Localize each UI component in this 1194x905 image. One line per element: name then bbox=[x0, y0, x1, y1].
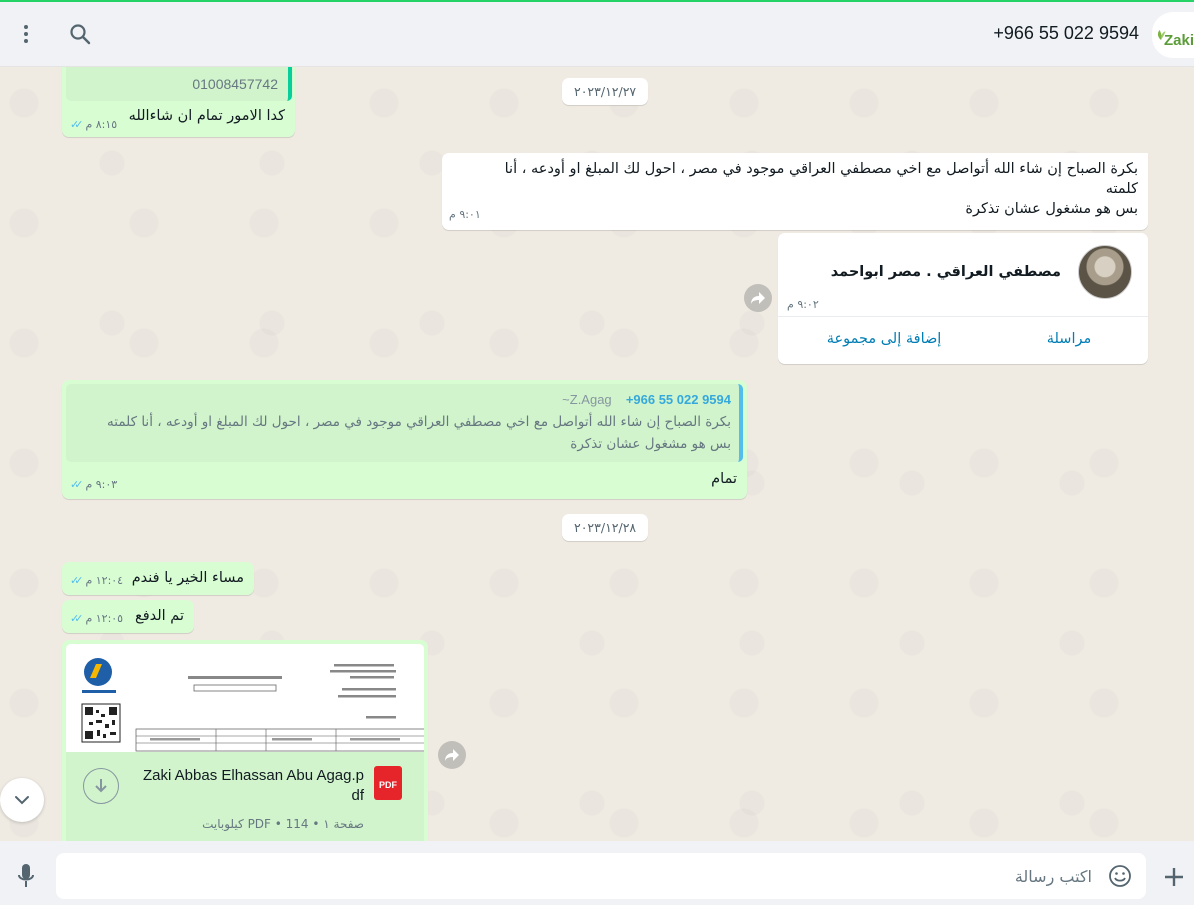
document-message[interactable]: PDF Zaki Abbas Elhassan Abu Agag.p df صف… bbox=[62, 640, 428, 841]
document-name: Zaki Abbas Elhassan Abu Agag.p df bbox=[132, 766, 364, 806]
attach-plus-icon[interactable] bbox=[1160, 863, 1188, 891]
quoted-sender-row: ~Z.Agag +966 55 022 9594 bbox=[562, 390, 731, 411]
contact-card-name: مصطفي العراقي . مصر ابواحمد bbox=[830, 264, 1061, 280]
pdf-file-icon: PDF bbox=[374, 766, 402, 800]
message-bubble-outgoing[interactable]: تم الدفع ✓✓ ١٢:٠٥ م bbox=[62, 600, 194, 633]
pdf-badge-label: PDF bbox=[379, 780, 397, 790]
quoted-text-line: بس هو مشغول عشان تذكرة bbox=[570, 436, 731, 452]
message-text: تمام bbox=[711, 471, 737, 487]
add-to-group-button[interactable]: إضافة إلى مجموعة bbox=[794, 319, 974, 359]
message-bubble-outgoing[interactable]: مساء الخير يا فندم ✓✓ ١٢:٠٤ م bbox=[62, 562, 254, 595]
double-check-icon: ✓✓ bbox=[70, 118, 84, 131]
quoted-text-line: بكرة الصباح إن شاء الله أتواصل مع اخي مص… bbox=[107, 414, 731, 430]
message-text: مساء الخير يا فندم bbox=[131, 570, 244, 586]
message-bubble-outgoing[interactable]: 01008457742 كدا الامور تمام ان شاءالله ✓… bbox=[62, 67, 295, 137]
search-icon[interactable] bbox=[66, 20, 94, 48]
quoted-alias: ~Z.Agag bbox=[562, 392, 612, 407]
quoted-phone: 01008457742 bbox=[192, 76, 278, 92]
message-time: ٩:٠٣ م bbox=[85, 478, 118, 491]
date-separator: ٢٠٢٣/١٢/٢٨ bbox=[562, 514, 649, 541]
quoted-sender: +966 55 022 9594 bbox=[625, 392, 731, 407]
double-check-icon: ✓✓ bbox=[70, 478, 84, 491]
message-meta: ٩:٠٢ م bbox=[787, 295, 819, 315]
message-input[interactable] bbox=[66, 853, 1096, 899]
invoice-preview-image bbox=[66, 644, 424, 752]
document-meta: صفحة ١ • PDF • 114 كيلوبايت bbox=[202, 817, 364, 831]
message-time: ١٢:٠٤ م bbox=[85, 574, 124, 587]
chat-header: +966 55 022 9594 Zaki bbox=[0, 0, 1194, 67]
quoted-message[interactable]: ~Z.Agag +966 55 022 9594 بكرة الصباح إن … bbox=[66, 384, 743, 462]
message-input-container[interactable] bbox=[56, 853, 1146, 899]
document-name-line: Zaki Abbas Elhassan Abu Agag.p bbox=[143, 767, 364, 784]
emoji-icon[interactable] bbox=[1106, 862, 1134, 890]
forward-icon[interactable] bbox=[438, 741, 466, 769]
message-text-line: كلمته bbox=[1105, 181, 1138, 197]
message-meta: ✓✓ ١٢:٠٥ م bbox=[70, 609, 123, 629]
message-time: ٩:٠١ م bbox=[449, 208, 481, 221]
message-bubble-outgoing[interactable]: ~Z.Agag +966 55 022 9594 بكرة الصباح إن … bbox=[62, 380, 747, 499]
microphone-icon[interactable] bbox=[12, 862, 40, 890]
message-time: ٩:٠٢ م bbox=[787, 298, 819, 311]
double-check-icon: ✓✓ bbox=[70, 612, 84, 625]
message-text-line: بكرة الصباح إن شاء الله أتواصل مع اخي مص… bbox=[504, 161, 1138, 177]
logo-text: Zaki bbox=[1163, 31, 1194, 49]
message-text: كدا الامور تمام ان شاءالله bbox=[128, 108, 285, 124]
document-preview[interactable] bbox=[66, 644, 424, 752]
message-time: ١٢:٠٥ م bbox=[85, 612, 124, 625]
message-meta: ✓✓ ٨:١٥ م bbox=[70, 115, 117, 135]
message-bubble-incoming[interactable]: بكرة الصباح إن شاء الله أتواصل مع اخي مص… bbox=[442, 153, 1148, 230]
date-separator: ٢٠٢٣/١٢/٢٧ bbox=[562, 78, 649, 105]
scroll-to-bottom-button[interactable] bbox=[0, 778, 44, 822]
contact-card-avatar[interactable] bbox=[1078, 245, 1132, 299]
message-meta: ✓✓ ٩:٠٣ م bbox=[70, 475, 117, 495]
contact-avatar[interactable]: Zaki bbox=[1152, 12, 1194, 58]
message-composer bbox=[0, 841, 1194, 905]
message-meta: ٩:٠١ م bbox=[449, 205, 481, 225]
contact-name[interactable]: +966 55 022 9594 bbox=[993, 23, 1139, 44]
message-list[interactable]: 01008457742 كدا الامور تمام ان شاءالله ✓… bbox=[0, 67, 1194, 841]
contact-card-divider bbox=[778, 316, 1148, 317]
chevron-down-icon bbox=[15, 796, 29, 805]
quoted-contact-block[interactable]: 01008457742 bbox=[66, 67, 292, 101]
download-icon[interactable] bbox=[83, 768, 119, 804]
message-text: تم الدفع bbox=[134, 608, 184, 624]
contact-card[interactable]: مصطفي العراقي . مصر ابواحمد ٩:٠٢ م مراسل… bbox=[778, 233, 1148, 364]
kebab-menu-icon[interactable] bbox=[12, 20, 40, 48]
document-file-row[interactable]: PDF Zaki Abbas Elhassan Abu Agag.p df صف… bbox=[66, 752, 424, 841]
forward-icon[interactable] bbox=[744, 284, 772, 312]
message-text-line: بس هو مشغول عشان تذكرة bbox=[965, 201, 1138, 217]
document-name-line: df bbox=[351, 787, 364, 804]
double-check-icon: ✓✓ bbox=[70, 574, 84, 587]
message-time: ٨:١٥ م bbox=[85, 118, 118, 131]
message-meta: ✓✓ ١٢:٠٤ م bbox=[70, 571, 123, 591]
message-contact-button[interactable]: مراسلة bbox=[999, 319, 1139, 359]
